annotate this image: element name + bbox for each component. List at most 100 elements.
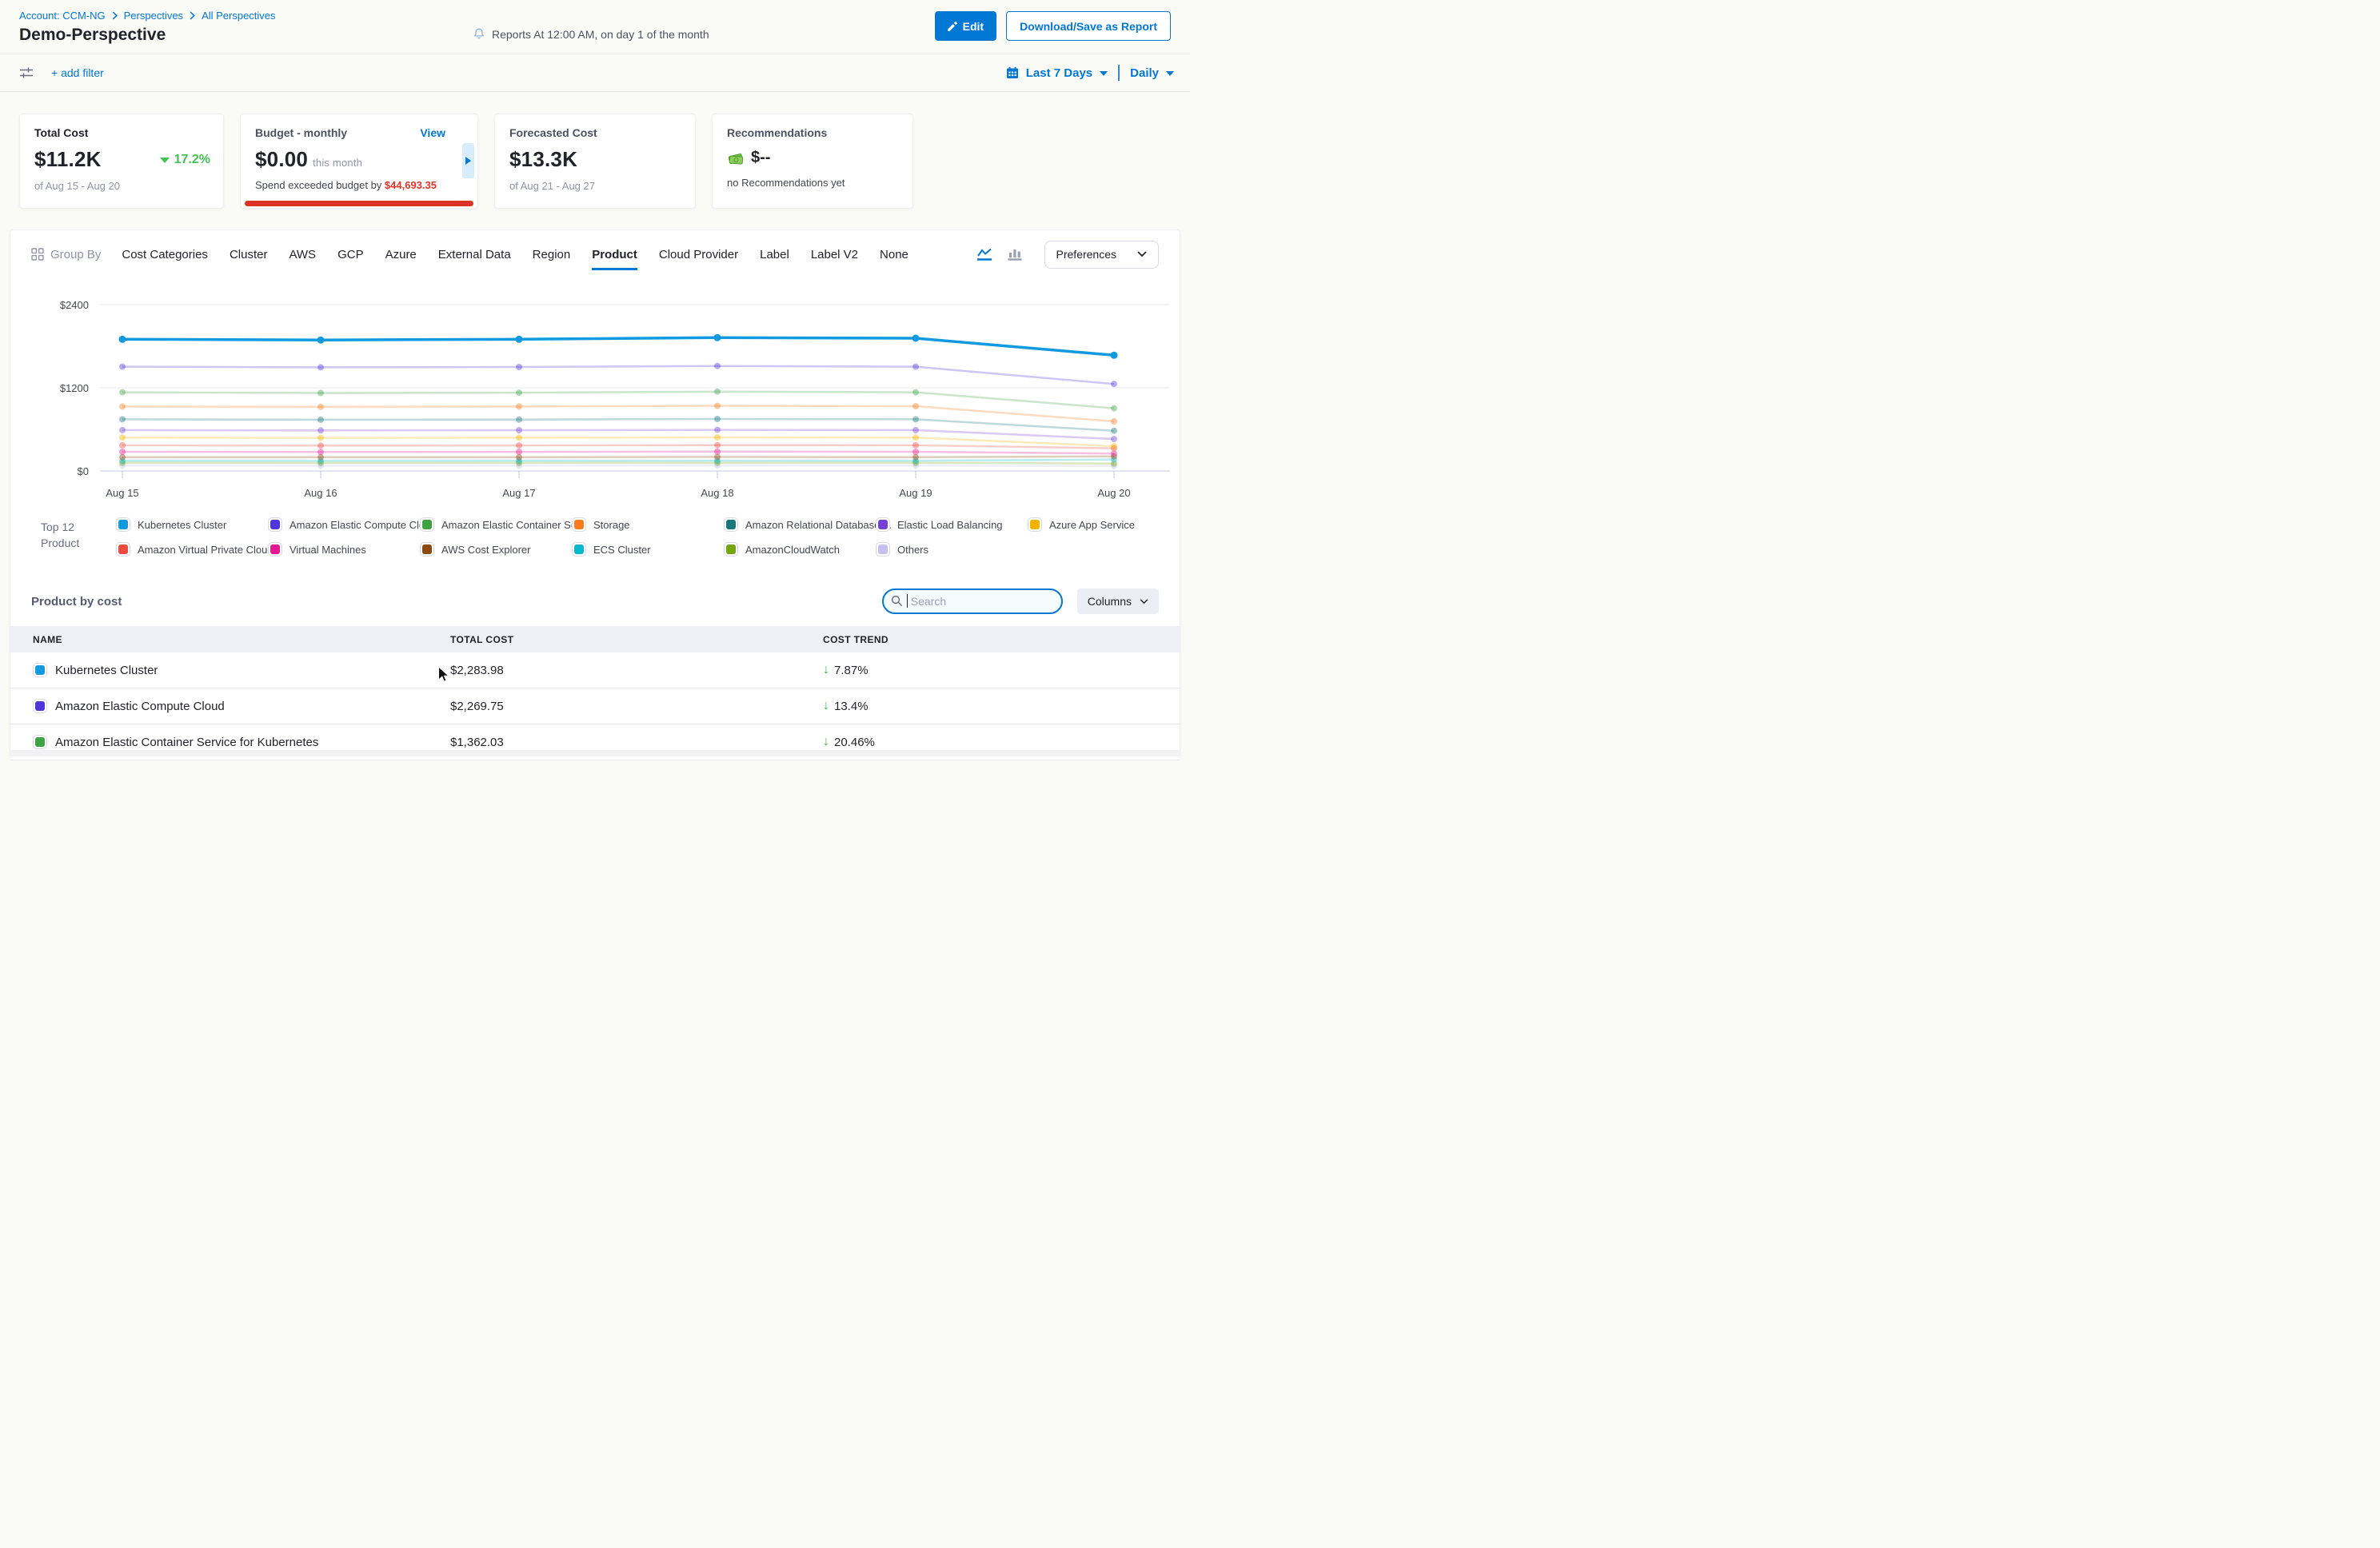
trend-down-arrow-icon: ↓	[823, 735, 829, 749]
legend-item[interactable]: AWS Cost Explorer	[420, 542, 572, 557]
column-header-name[interactable]: NAME	[33, 634, 450, 645]
legend-label: Elastic Load Balancing	[897, 519, 1003, 531]
date-range-dropdown[interactable]: Last 7 Days	[1026, 66, 1092, 80]
table-row[interactable]: Amazon Elastic Compute Cloud$2,269.75↓13…	[10, 688, 1180, 724]
legend-item[interactable]: Amazon Elastic Container Se...	[420, 517, 572, 532]
group-by-row: Group By Cost CategoriesClusterAWSGCPAzu…	[10, 230, 1180, 270]
product-name-link[interactable]: Amazon Elastic Compute Cloud	[55, 700, 225, 713]
series-color-swatch	[876, 517, 890, 532]
svg-text:$2400: $2400	[60, 299, 89, 311]
budget-card: Budget - monthly View $0.00this month Sp…	[240, 114, 478, 209]
time-controls: Last 7 Days Daily	[1006, 65, 1174, 81]
search-input[interactable]	[882, 588, 1063, 614]
line-chart-toggle[interactable]	[976, 247, 993, 261]
legend-item[interactable]: Elastic Load Balancing	[876, 517, 1028, 532]
chevron-down-icon	[1137, 251, 1147, 257]
groupby-tab-label[interactable]: Label	[760, 248, 789, 261]
group-by-tabs: Cost Categories Cluster AWS GCP Azure Externa…	[122, 248, 908, 261]
groupby-tab-cluster[interactable]: Cluster	[230, 248, 268, 261]
chevron-down-icon	[1140, 599, 1148, 604]
series-color-swatch	[33, 663, 47, 677]
columns-label: Columns	[1088, 595, 1132, 608]
bar-chart-icon	[1006, 247, 1024, 261]
legend-item[interactable]: AmazonCloudWatch	[724, 542, 876, 557]
cell-name: Amazon Elastic Compute Cloud	[33, 699, 450, 713]
groupby-tab-cost-categories[interactable]: Cost Categories	[122, 248, 208, 261]
filter-bar: + add filter Last 7 Days Daily	[0, 54, 1190, 92]
delta-value: 17.2%	[174, 153, 210, 167]
product-name-link[interactable]: Amazon Elastic Container Service for Kub…	[55, 736, 318, 749]
card-title: Forecasted Cost	[509, 126, 681, 139]
legend-item[interactable]: Kubernetes Cluster	[116, 517, 268, 532]
cell-cost-trend: ↓ 13.4%	[823, 699, 1157, 713]
legend-item[interactable]: Storage	[572, 517, 724, 532]
panel-bottom-strip	[10, 750, 1180, 756]
sliders-icon[interactable]	[19, 66, 34, 80]
cell-total-cost: $2,283.98	[450, 664, 823, 677]
table-toolbar: Product by cost Columns	[10, 588, 1180, 614]
legend-item[interactable]: Azure App Service	[1028, 517, 1180, 532]
cost-trend-chart[interactable]: $0$1200$2400Aug 15Aug 16Aug 17Aug 18Aug …	[10, 297, 1181, 511]
svg-text:$0: $0	[78, 465, 89, 477]
granularity-dropdown[interactable]: Daily	[1130, 66, 1159, 80]
card-period: of Aug 21 - Aug 27	[509, 180, 681, 192]
dropdown-caret-icon[interactable]	[1166, 71, 1174, 76]
breadcrumb-link[interactable]: Account: CCM-NG	[19, 10, 106, 22]
series-color-swatch	[116, 517, 130, 532]
budget-progress-bar	[245, 201, 473, 206]
groupby-tab-product[interactable]: Product	[592, 248, 637, 261]
edit-button-label: Edit	[963, 20, 984, 33]
groupby-tab-region[interactable]: Region	[533, 248, 571, 261]
legend-label: Amazon Virtual Private Cloud	[138, 544, 274, 556]
edit-button[interactable]: Edit	[935, 11, 996, 41]
bar-chart-toggle[interactable]	[1006, 247, 1024, 261]
cell-name: Kubernetes Cluster	[33, 663, 450, 677]
groupby-tab-gcp[interactable]: GCP	[337, 248, 364, 261]
trend-down-arrow-icon: ↓	[823, 699, 829, 713]
legend-label: Amazon Elastic Compute Clo...	[290, 519, 433, 531]
download-save-report-button[interactable]: Download/Save as Report	[1006, 11, 1171, 41]
column-header-total-cost[interactable]: TOTAL COST	[450, 634, 823, 645]
carousel-next-button[interactable]	[462, 143, 474, 178]
legend-item[interactable]: ECS Cluster	[572, 542, 724, 557]
divider	[1118, 65, 1120, 81]
breadcrumb-link[interactable]: All Perspectives	[202, 10, 275, 22]
add-filter-button[interactable]: + add filter	[51, 66, 104, 79]
report-schedule: Reports At 12:00 AM, on day 1 of the mon…	[473, 27, 709, 41]
groupby-tab-aws[interactable]: AWS	[289, 248, 316, 261]
cost-delta: 17.2%	[160, 153, 210, 167]
product-name-link[interactable]: Kubernetes Cluster	[55, 664, 158, 677]
table-row[interactable]: Kubernetes Cluster$2,283.98↓7.87%	[10, 652, 1180, 688]
budget-exceeded-amount: $44,693.35	[385, 179, 437, 191]
svg-text:Aug 17: Aug 17	[502, 487, 535, 499]
groupby-tab-external-data[interactable]: External Data	[438, 248, 511, 261]
legend-item[interactable]: Amazon Elastic Compute Clo...	[268, 517, 420, 532]
series-color-swatch	[572, 542, 586, 557]
svg-text:Aug 18: Aug 18	[701, 487, 733, 499]
series-color-swatch	[876, 542, 890, 557]
legend-label: Storage	[593, 519, 630, 531]
series-color-swatch	[420, 517, 434, 532]
legend-item[interactable]: Amazon Virtual Private Cloud	[116, 542, 268, 557]
legend-item[interactable]: Others	[876, 542, 1028, 557]
budget-view-link[interactable]: View	[420, 126, 445, 139]
series-color-swatch	[33, 699, 47, 713]
legend-label: AmazonCloudWatch	[745, 544, 840, 556]
search-icon	[891, 595, 903, 607]
legend-label: Virtual Machines	[290, 544, 366, 556]
budget-value-suffix: this month	[313, 157, 362, 169]
columns-button[interactable]: Columns	[1077, 588, 1159, 614]
preferences-button[interactable]: Preferences	[1044, 241, 1159, 269]
groupby-tab-azure[interactable]: Azure	[385, 248, 417, 261]
trend-value: 13.4%	[834, 700, 869, 713]
legend-item[interactable]: Virtual Machines	[268, 542, 420, 557]
cell-cost-trend: ↓20.46%	[823, 735, 1157, 749]
groupby-tab-cloud-provider[interactable]: Cloud Provider	[659, 248, 738, 261]
groupby-tab-label-v2[interactable]: Label V2	[811, 248, 858, 261]
dropdown-caret-icon[interactable]	[1100, 71, 1108, 76]
legend-item[interactable]: Amazon Relational Database ...	[724, 517, 876, 532]
breadcrumb-link[interactable]: Perspectives	[124, 10, 183, 22]
column-header-cost-trend[interactable]: COST TREND	[823, 634, 1157, 645]
groupby-tab-none[interactable]: None	[880, 248, 908, 261]
trend-down-arrow-icon: ↓	[823, 663, 829, 677]
